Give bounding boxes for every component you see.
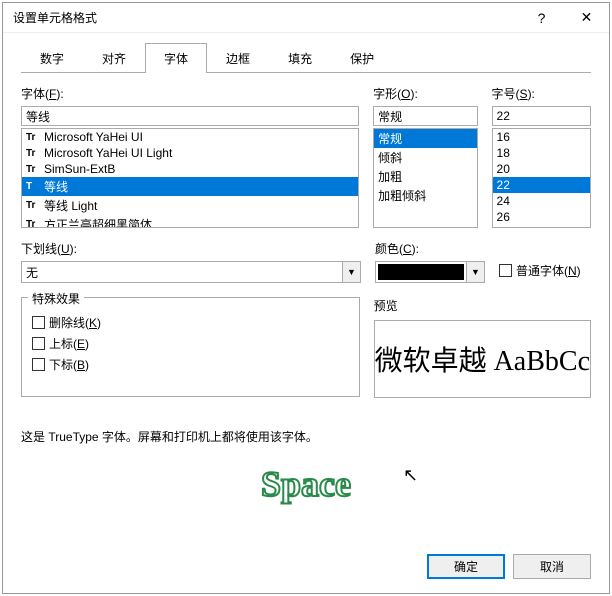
tab-边框[interactable]: 边框 [207, 43, 269, 73]
superscript-checkbox[interactable] [32, 337, 45, 350]
ok-button[interactable]: 确定 [427, 554, 505, 579]
list-item[interactable]: Tr等线 Light [22, 196, 358, 215]
tab-字体[interactable]: 字体 [145, 43, 207, 73]
list-item[interactable]: 16 [493, 129, 590, 145]
underline-value: 无 [22, 264, 342, 281]
size-listbox[interactable]: 161820222426 [492, 128, 591, 228]
list-item[interactable]: TrMicrosoft YaHei UI Light [22, 145, 358, 161]
normal-font-label: 普通字体(N) [516, 262, 581, 279]
truetype-icon: Tr [26, 164, 40, 175]
dialog-content: 字体(F): TrMicrosoft YaHei UITrMicrosoft Y… [3, 73, 609, 457]
list-item[interactable]: 加粗 [374, 167, 476, 186]
underline-label: 下划线(U): [21, 240, 361, 257]
tab-保护[interactable]: 保护 [331, 43, 393, 73]
watermark-overlay: Space [261, 463, 351, 505]
truetype-icon: Tr [26, 200, 40, 211]
size-label: 字号(S): [492, 85, 591, 102]
list-item[interactable]: Tr方正兰亭超细黑简体 [22, 215, 358, 228]
color-combo[interactable]: ▼ [375, 261, 485, 283]
help-button[interactable]: ? [519, 3, 564, 33]
list-item[interactable]: 加粗倾斜 [374, 186, 476, 205]
strike-label: 删除线(K) [49, 314, 101, 331]
close-button[interactable]: ✕ [564, 3, 609, 33]
color-label: 颜色(C): [375, 240, 485, 257]
color-swatch [378, 264, 464, 280]
truetype-icon: T [26, 181, 40, 192]
format-cells-dialog: 设置单元格格式 ? ✕ 数字对齐字体边框填充保护 字体(F): TrMicros… [2, 2, 610, 594]
tab-strip: 数字对齐字体边框填充保护 [3, 33, 609, 73]
tab-divider [21, 72, 591, 73]
cancel-button[interactable]: 取消 [513, 554, 591, 579]
list-item[interactable]: 倾斜 [374, 148, 476, 167]
normal-font-checkbox[interactable] [499, 264, 512, 277]
list-item[interactable]: 26 [493, 209, 590, 225]
list-item[interactable]: 24 [493, 193, 590, 209]
preview-box: 微软卓越 AaBbCc [374, 320, 591, 398]
underline-combo[interactable]: 无 ▼ [21, 261, 361, 283]
font-description: 这是 TrueType 字体。屏幕和打印机上都将使用该字体。 [21, 428, 591, 445]
font-label: 字体(F): [21, 85, 359, 102]
list-item[interactable]: 22 [493, 177, 590, 193]
effects-title: 特殊效果 [28, 290, 84, 307]
size-input[interactable] [492, 106, 591, 126]
chevron-down-icon[interactable]: ▼ [342, 262, 360, 282]
subscript-checkbox[interactable] [32, 358, 45, 371]
cursor-icon: ↖ [403, 465, 418, 486]
style-input[interactable] [373, 106, 477, 126]
chevron-down-icon[interactable]: ▼ [466, 262, 484, 282]
dialog-title: 设置单元格格式 [13, 9, 519, 26]
style-listbox[interactable]: 常规倾斜加粗加粗倾斜 [373, 128, 477, 228]
strike-checkbox[interactable] [32, 316, 45, 329]
truetype-icon: Tr [26, 219, 40, 228]
style-label: 字形(O): [373, 85, 477, 102]
superscript-label: 上标(E) [49, 335, 89, 352]
tab-填充[interactable]: 填充 [269, 43, 331, 73]
effects-group: 特殊效果 删除线(K) 上标(E) 下标(B) [21, 297, 360, 397]
list-item[interactable]: TrSimSun-ExtB [22, 161, 358, 177]
preview-text: 微软卓越 AaBbCc [375, 339, 590, 379]
button-bar: 确定 取消 [427, 554, 591, 579]
list-item[interactable]: 常规 [374, 129, 476, 148]
titlebar: 设置单元格格式 ? ✕ [3, 3, 609, 33]
subscript-label: 下标(B) [49, 356, 89, 373]
tab-对齐[interactable]: 对齐 [83, 43, 145, 73]
list-item[interactable]: 18 [493, 145, 590, 161]
list-item[interactable]: TrMicrosoft YaHei UI [22, 129, 358, 145]
tab-数字[interactable]: 数字 [21, 43, 83, 73]
preview-label: 预览 [374, 297, 591, 314]
truetype-icon: Tr [26, 148, 40, 159]
truetype-icon: Tr [26, 132, 40, 143]
font-input[interactable] [21, 106, 359, 126]
list-item[interactable]: 20 [493, 161, 590, 177]
list-item[interactable]: T等线 [22, 177, 358, 196]
font-listbox[interactable]: TrMicrosoft YaHei UITrMicrosoft YaHei UI… [21, 128, 359, 228]
